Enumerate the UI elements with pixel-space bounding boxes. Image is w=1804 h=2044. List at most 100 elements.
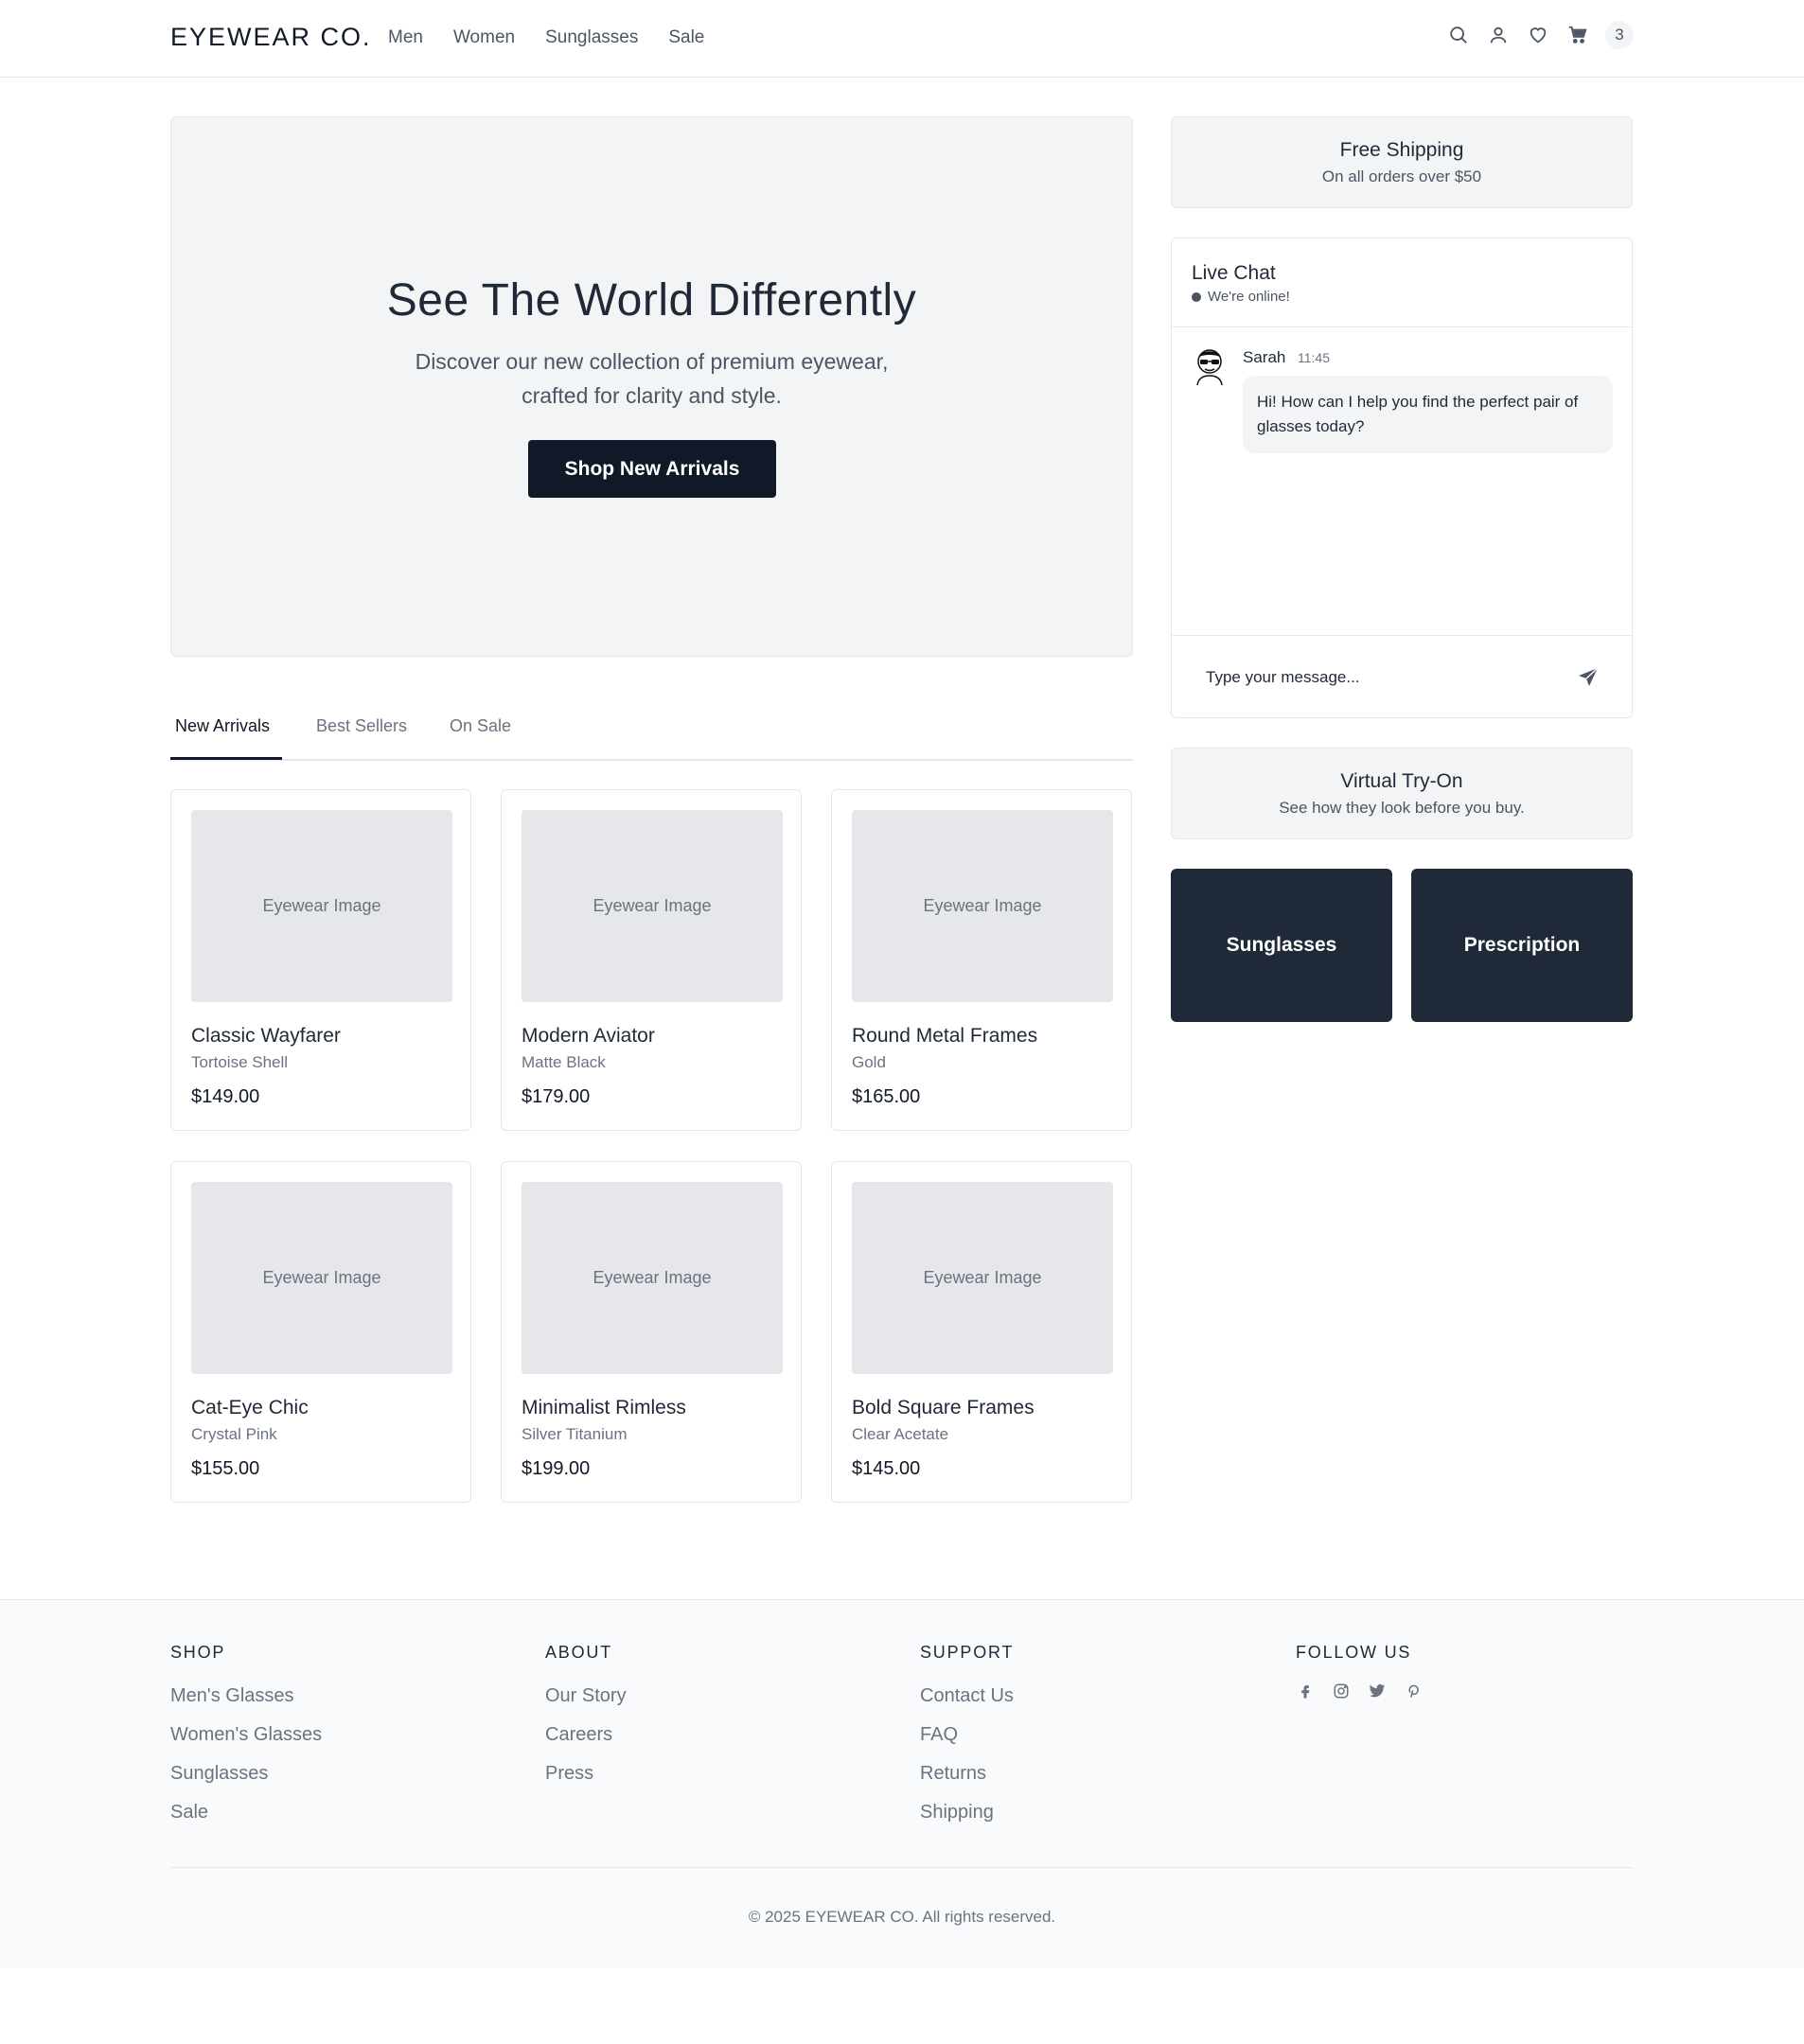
virtual-tryon-title: Virtual Try-On bbox=[1340, 770, 1463, 792]
product-price: $165.00 bbox=[852, 1086, 921, 1107]
facebook-icon[interactable] bbox=[1296, 1682, 1315, 1700]
product-image-placeholder[interactable]: Eyewear Image bbox=[191, 810, 452, 1002]
product-variant: Gold bbox=[852, 1053, 886, 1071]
cart-count-badge[interactable]: 3 bbox=[1605, 21, 1634, 49]
product-variant: Silver Titanium bbox=[522, 1425, 628, 1443]
send-icon[interactable] bbox=[1577, 666, 1600, 689]
free-shipping-title: Free Shipping bbox=[1339, 139, 1464, 161]
hero-subtitle-line1: Discover our new collection of premium e… bbox=[415, 349, 889, 374]
footer-heading: SHOP bbox=[170, 1643, 226, 1662]
product-image-placeholder[interactable]: Eyewear Image bbox=[522, 810, 783, 1002]
footer-link[interactable]: FAQ bbox=[920, 1720, 1014, 1759]
footer-link[interactable]: Contact Us bbox=[920, 1682, 1014, 1720]
footer-column-support: SUPPORT Contact Us FAQ Returns Shipping bbox=[920, 1643, 1014, 1837]
agent-avatar bbox=[1196, 349, 1223, 386]
product-image-placeholder[interactable]: Eyewear Image bbox=[852, 1182, 1113, 1374]
product-name[interactable]: Bold Square Frames bbox=[852, 1397, 1035, 1419]
site-header: EYEWEAR CO. Men Women Sunglasses Sale 3 bbox=[0, 0, 1804, 78]
brand-logo[interactable]: EYEWEAR CO. bbox=[170, 23, 372, 52]
product-image-placeholder[interactable]: Eyewear Image bbox=[522, 1182, 783, 1374]
user-icon[interactable] bbox=[1486, 23, 1511, 47]
product-image-placeholder[interactable]: Eyewear Image bbox=[191, 1182, 452, 1374]
virtual-tryon-banner[interactable]: Virtual Try-On See how they look before … bbox=[1171, 748, 1633, 839]
footer-link[interactable]: Careers bbox=[545, 1720, 627, 1759]
product-card[interactable]: Eyewear Image Classic Wayfarer Tortoise … bbox=[170, 789, 471, 1131]
product-name[interactable]: Modern Aviator bbox=[522, 1025, 655, 1048]
product-name[interactable]: Cat-Eye Chic bbox=[191, 1397, 309, 1419]
shop-new-arrivals-button[interactable]: Shop New Arrivals bbox=[528, 440, 776, 498]
product-image-placeholder[interactable]: Eyewear Image bbox=[852, 810, 1113, 1002]
category-tile-sunglasses[interactable]: Sunglasses bbox=[1171, 869, 1392, 1022]
footer-column-about: ABOUT Our Story Careers Press bbox=[545, 1643, 627, 1798]
chat-status-text: We're online! bbox=[1208, 289, 1290, 305]
product-card[interactable]: Eyewear Image Bold Square Frames Clear A… bbox=[831, 1161, 1132, 1503]
twitter-icon[interactable] bbox=[1368, 1682, 1387, 1700]
product-price: $199.00 bbox=[522, 1458, 591, 1479]
chat-header: Live Chat We're online! bbox=[1172, 238, 1632, 327]
product-card[interactable]: Eyewear Image Round Metal Frames Gold $1… bbox=[831, 789, 1132, 1131]
copyright-text: © 2025 EYEWEAR CO. All rights reserved. bbox=[748, 1908, 1056, 1926]
virtual-tryon-subtitle: See how they look before you buy. bbox=[1279, 799, 1525, 817]
product-price: $149.00 bbox=[191, 1086, 260, 1107]
product-card[interactable]: Eyewear Image Minimalist Rimless Silver … bbox=[501, 1161, 802, 1503]
product-variant: Clear Acetate bbox=[852, 1425, 949, 1443]
product-price: $155.00 bbox=[191, 1458, 260, 1479]
tab-new-arrivals[interactable]: New Arrivals bbox=[175, 716, 270, 736]
product-name[interactable]: Minimalist Rimless bbox=[522, 1397, 686, 1419]
main-nav: Men Women Sunglasses Sale bbox=[388, 27, 704, 48]
chat-message-input[interactable] bbox=[1206, 668, 1547, 687]
hero-title: See The World Differently bbox=[386, 275, 917, 326]
hero-subtitle: Discover our new collection of premium e… bbox=[171, 344, 1132, 413]
footer-link[interactable]: Returns bbox=[920, 1759, 1014, 1798]
footer-link[interactable]: Men's Glasses bbox=[170, 1682, 322, 1720]
chat-input-bar bbox=[1172, 635, 1632, 718]
footer-link[interactable]: Sale bbox=[170, 1798, 322, 1837]
product-variant: Matte Black bbox=[522, 1053, 606, 1071]
active-tab-indicator bbox=[170, 757, 282, 760]
chat-title: Live Chat bbox=[1192, 262, 1276, 284]
category-tile-prescription[interactable]: Prescription bbox=[1411, 869, 1633, 1022]
hero-subtitle-line2: crafted for clarity and style. bbox=[522, 383, 782, 408]
product-name[interactable]: Round Metal Frames bbox=[852, 1025, 1037, 1048]
product-variant: Crystal Pink bbox=[191, 1425, 277, 1443]
footer-link[interactable]: Women's Glasses bbox=[170, 1720, 322, 1759]
heart-icon[interactable] bbox=[1526, 23, 1550, 47]
product-variant: Tortoise Shell bbox=[191, 1053, 289, 1071]
cart-icon[interactable] bbox=[1565, 23, 1590, 47]
product-card[interactable]: Eyewear Image Cat-Eye Chic Crystal Pink … bbox=[170, 1161, 471, 1503]
product-price: $179.00 bbox=[522, 1086, 591, 1107]
product-name[interactable]: Classic Wayfarer bbox=[191, 1025, 341, 1048]
product-card[interactable]: Eyewear Image Modern Aviator Matte Black… bbox=[501, 789, 802, 1131]
footer-heading: ABOUT bbox=[545, 1643, 613, 1662]
nav-link-sale[interactable]: Sale bbox=[668, 27, 704, 48]
instagram-icon[interactable] bbox=[1332, 1682, 1351, 1700]
footer-link[interactable]: Shipping bbox=[920, 1798, 1014, 1837]
footer-column-follow: FOLLOW US bbox=[1296, 1643, 1423, 1700]
chat-message-time: 11:45 AM bbox=[1298, 350, 1330, 370]
footer-heading: SUPPORT bbox=[920, 1643, 1015, 1662]
product-tabs: New Arrivals Best Sellers On Sale bbox=[170, 697, 1133, 761]
footer-link[interactable]: Our Story bbox=[545, 1682, 627, 1720]
search-icon[interactable] bbox=[1446, 23, 1471, 47]
free-shipping-banner: Free Shipping On all orders over $50 bbox=[1171, 116, 1633, 208]
online-status-dot bbox=[1192, 291, 1201, 302]
nav-link-sunglasses[interactable]: Sunglasses bbox=[545, 27, 638, 48]
tab-best-sellers[interactable]: Best Sellers bbox=[316, 716, 407, 736]
social-links bbox=[1296, 1682, 1423, 1700]
pinterest-icon[interactable] bbox=[1404, 1682, 1423, 1700]
tab-on-sale[interactable]: On Sale bbox=[450, 716, 511, 736]
nav-link-women[interactable]: Women bbox=[453, 27, 515, 48]
hero-banner: See The World Differently Discover our n… bbox=[170, 116, 1133, 657]
header-actions: 3 bbox=[1446, 21, 1634, 49]
site-footer: SHOP Men's Glasses Women's Glasses Sungl… bbox=[0, 1599, 1804, 1968]
nav-link-men[interactable]: Men bbox=[388, 27, 423, 48]
live-chat-widget: Live Chat We're online! Sarah 11:45 AM H… bbox=[1171, 238, 1633, 718]
footer-heading: FOLLOW US bbox=[1296, 1643, 1412, 1662]
chat-status: We're online! bbox=[1192, 289, 1290, 305]
footer-link[interactable]: Press bbox=[545, 1759, 627, 1798]
chat-message-bubble: Hi! How can I help you find the perfect … bbox=[1243, 376, 1613, 453]
product-price: $145.00 bbox=[852, 1458, 921, 1479]
footer-link[interactable]: Sunglasses bbox=[170, 1759, 322, 1798]
footer-divider bbox=[170, 1867, 1633, 1868]
free-shipping-subtitle: On all orders over $50 bbox=[1321, 167, 1482, 185]
